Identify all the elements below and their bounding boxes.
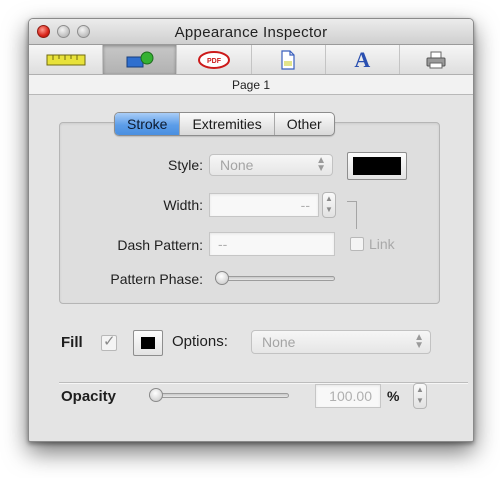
fill-color-well[interactable] — [133, 330, 163, 356]
toolbar-ruler-button[interactable] — [29, 45, 104, 74]
checkmark-icon: ✓ — [103, 333, 116, 350]
window-title: Appearance Inspector — [174, 24, 328, 41]
tab-stroke[interactable]: Stroke — [115, 113, 181, 135]
link-bracket — [347, 201, 357, 229]
separator — [59, 382, 468, 384]
tab-other[interactable]: Other — [275, 113, 334, 135]
opacity-slider-track[interactable] — [149, 393, 289, 398]
width-stepper[interactable]: ▲ ▼ — [322, 192, 336, 218]
stroke-color-well[interactable] — [347, 152, 407, 180]
opacity-stepper[interactable]: ▲ ▼ — [413, 383, 427, 409]
ruler-icon — [46, 54, 86, 65]
fill-checkbox[interactable]: ✓ — [101, 333, 117, 351]
link-label: Link — [369, 236, 395, 252]
width-label: Width: — [163, 197, 203, 213]
link-checkbox[interactable] — [350, 237, 364, 251]
dash-pattern-field[interactable]: -- — [209, 232, 335, 256]
toolbar-pdf-button[interactable]: PDF — [177, 45, 252, 74]
opacity-slider-knob[interactable] — [149, 388, 163, 402]
fill-options-popup[interactable]: None ▲ ▼ — [251, 330, 431, 354]
text-icon: A — [354, 46, 371, 72]
fill-color-swatch — [141, 337, 155, 349]
stroke-color-swatch — [353, 157, 401, 175]
fill-label: Fill — [61, 334, 83, 351]
toolbar-text-button[interactable]: A — [326, 45, 400, 74]
document-icon — [281, 49, 295, 70]
width-field[interactable]: -- — [209, 193, 319, 217]
toolbar-appearance-button[interactable] — [103, 45, 178, 74]
style-popup[interactable]: None ▲ ▼ — [209, 154, 333, 176]
shape-icon — [126, 51, 154, 67]
page-label: Page 1 — [29, 75, 473, 95]
title-bar[interactable]: Appearance Inspector — [29, 19, 473, 45]
screen: Appearance Inspector PDF A Page 1 Stroke… — [0, 0, 500, 478]
appearance-inspector-window: Appearance Inspector PDF A Page 1 Stroke… — [28, 18, 474, 442]
options-label: Options: — [172, 333, 228, 350]
pdf-icon: PDF — [197, 50, 230, 69]
popup-arrows-icon: ▲ ▼ — [414, 332, 424, 351]
opacity-unit: % — [387, 388, 400, 404]
pattern-phase-slider-knob[interactable] — [215, 271, 229, 285]
tab-extremities[interactable]: Extremities — [180, 113, 275, 135]
pattern-phase-label: Pattern Phase: — [110, 271, 203, 287]
toolbar-document-button[interactable] — [252, 45, 326, 74]
style-label: Style: — [167, 157, 203, 173]
pdf-icon-text: PDF — [207, 58, 222, 65]
fill-options-value: None — [262, 334, 296, 350]
printer-icon — [426, 51, 446, 68]
dash-pattern-label: Dash Pattern: — [117, 237, 203, 253]
style-popup-value: None — [220, 157, 254, 173]
inspector-toolbar: PDF A — [29, 45, 473, 75]
stroke-tab-control: Stroke Extremities Other — [114, 112, 335, 136]
popup-arrows-icon: ▲ ▼ — [316, 155, 326, 174]
pattern-phase-slider-track[interactable] — [215, 276, 335, 281]
toolbar-print-button[interactable] — [400, 45, 473, 74]
opacity-label: Opacity — [61, 388, 117, 405]
opacity-field[interactable]: 100.00 — [315, 384, 381, 408]
